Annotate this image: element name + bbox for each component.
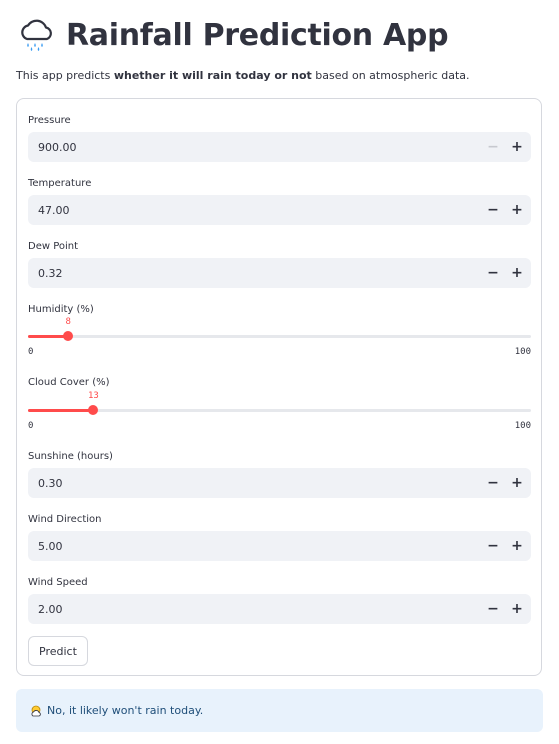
- prediction-form: Pressure − + Temperature − + Dew Point −…: [16, 98, 542, 676]
- temperature-decrement-button[interactable]: −: [481, 195, 505, 225]
- temperature-label: Temperature: [28, 178, 92, 189]
- cloud-cover-value-label: 13: [87, 391, 99, 401]
- page-title: Rainfall Prediction App: [66, 17, 449, 53]
- app-root: Rainfall Prediction App This app predict…: [0, 0, 559, 744]
- wind-speed-decrement-button[interactable]: −: [481, 594, 505, 624]
- dew-point-input-box: − +: [28, 258, 531, 288]
- header: Rainfall Prediction App: [18, 14, 449, 56]
- cloud-cover-slider-thumb[interactable]: [88, 405, 99, 415]
- temperature-input[interactable]: [38, 195, 438, 225]
- rain-cloud-icon: [21, 19, 52, 51]
- sunshine-label: Sunshine (hours): [28, 451, 113, 462]
- pressure-label: Pressure: [28, 115, 71, 126]
- sunshine-input-box: − +: [28, 468, 531, 498]
- humidity-slider-thumb[interactable]: [63, 331, 74, 341]
- pressure-input-box: − +: [28, 132, 531, 162]
- cloud-cover-label: Cloud Cover (%): [28, 377, 110, 388]
- wind-direction-decrement-button[interactable]: −: [481, 531, 505, 561]
- wind-speed-input[interactable]: [38, 594, 438, 624]
- humidity-min-label: 0: [28, 347, 34, 357]
- pressure-decrement-button[interactable]: −: [481, 132, 505, 162]
- pressure-input[interactable]: [38, 132, 438, 162]
- dew-point-increment-button[interactable]: +: [505, 258, 529, 288]
- result-alert: No, it likely won't rain today.: [16, 689, 543, 732]
- humidity-slider-track[interactable]: [28, 335, 531, 338]
- temperature-input-box: − +: [28, 195, 531, 225]
- temperature-increment-button[interactable]: +: [505, 195, 529, 225]
- humidity-slider-fill: [28, 335, 69, 338]
- dew-point-decrement-button[interactable]: −: [481, 258, 505, 288]
- cloud-cover-slider-fill: [28, 409, 94, 412]
- humidity-slider[interactable]: 8 0 100: [28, 317, 531, 361]
- dew-point-label: Dew Point: [28, 241, 79, 252]
- sun-behind-cloud-icon: [31, 705, 41, 716]
- wind-direction-input[interactable]: [38, 531, 438, 561]
- humidity-label: Humidity (%): [28, 304, 94, 315]
- wind-direction-label: Wind Direction: [28, 514, 102, 525]
- wind-direction-input-box: − +: [28, 531, 531, 561]
- cloud-cover-slider[interactable]: 13 0 100: [28, 391, 531, 435]
- cloud-cover-slider-track[interactable]: [28, 409, 531, 412]
- sunshine-decrement-button[interactable]: −: [481, 468, 505, 498]
- app-description: This app predicts whether it will rain t…: [16, 69, 470, 82]
- cloud-cover-min-label: 0: [28, 421, 34, 431]
- humidity-value-label: 8: [65, 317, 71, 327]
- humidity-max-label: 100: [514, 347, 531, 357]
- description-bold: whether it will rain today or not: [113, 69, 312, 82]
- description-prefix: This app predicts: [16, 69, 114, 82]
- wind-direction-increment-button[interactable]: +: [505, 531, 529, 561]
- description-suffix: based on atmospheric data.: [311, 69, 470, 82]
- dew-point-input[interactable]: [38, 258, 438, 288]
- wind-speed-increment-button[interactable]: +: [505, 594, 529, 624]
- predict-button[interactable]: Predict: [28, 636, 88, 666]
- cloud-cover-max-label: 100: [514, 421, 531, 431]
- result-text: No, it likely won't rain today.: [47, 704, 204, 717]
- sunshine-input[interactable]: [38, 468, 438, 498]
- wind-speed-input-box: − +: [28, 594, 531, 624]
- wind-speed-label: Wind Speed: [28, 577, 88, 588]
- pressure-increment-button[interactable]: +: [505, 132, 529, 162]
- sunshine-increment-button[interactable]: +: [505, 468, 529, 498]
